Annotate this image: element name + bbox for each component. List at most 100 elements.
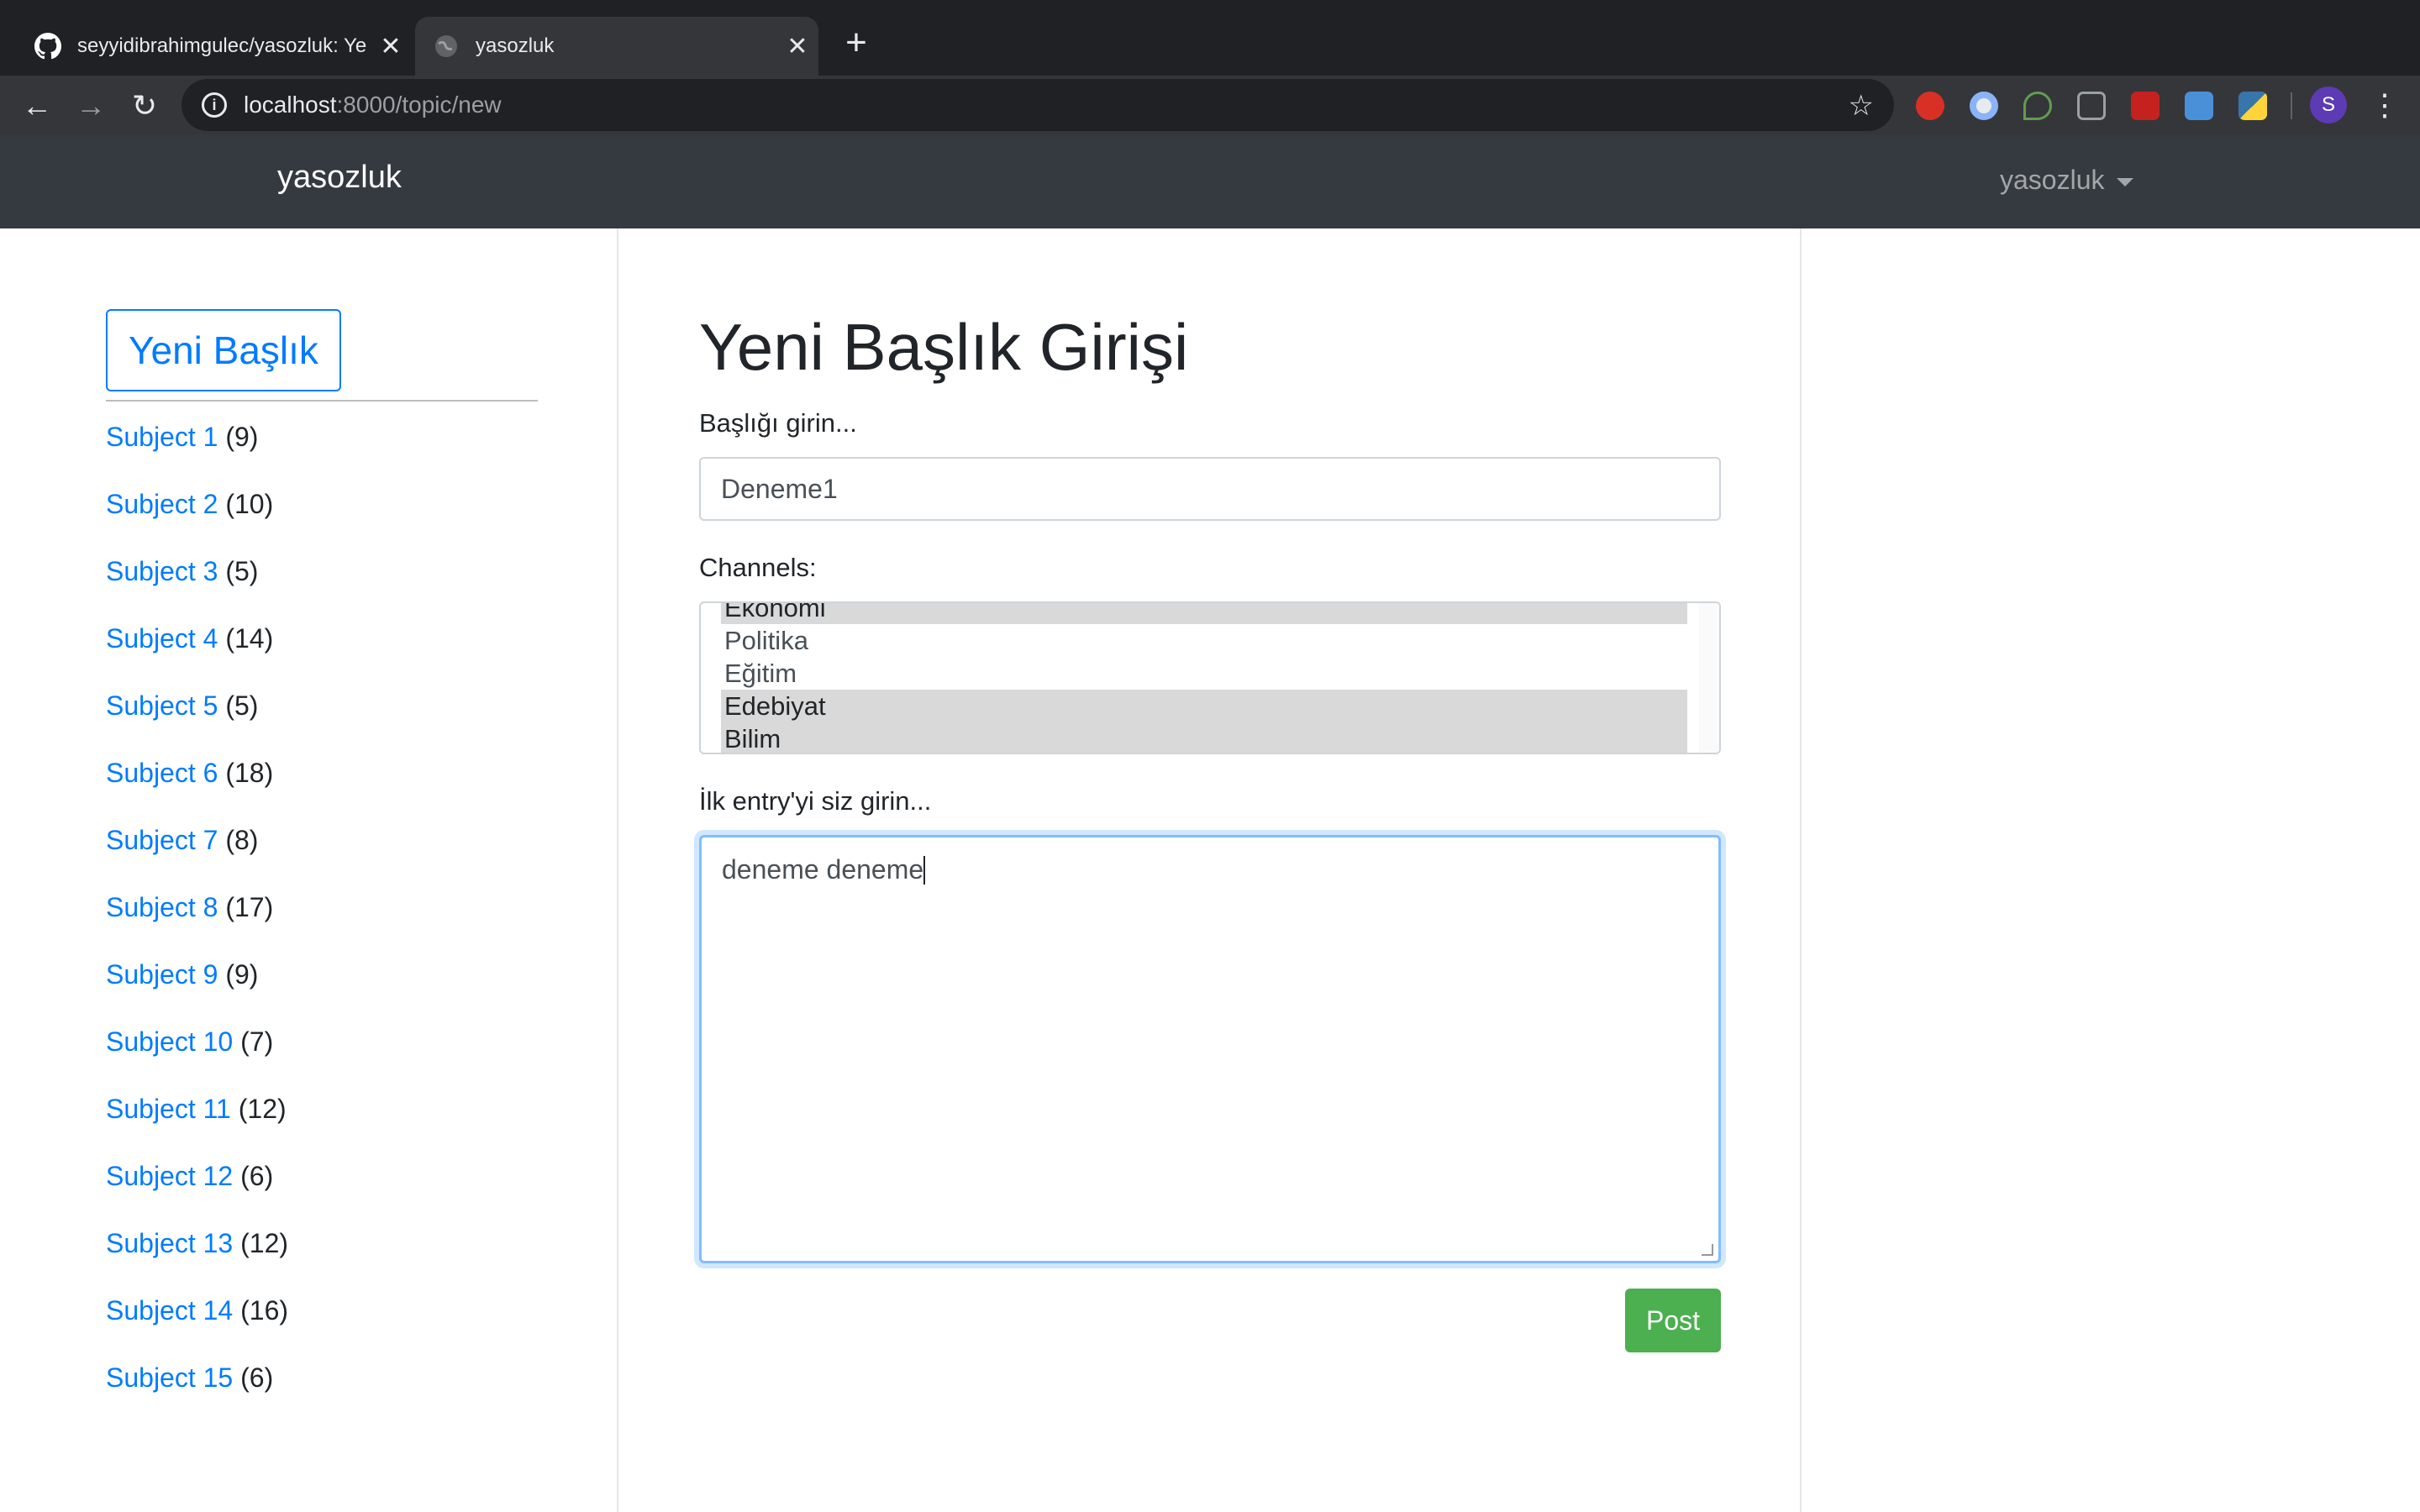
close-icon[interactable]: ✕ [776,32,818,61]
subject-count: (9) [225,959,259,990]
channels-multiselect[interactable]: Ekonomi Politika Eğitim Edebiyat Bilim [699,601,1721,754]
subject-count: (10) [225,489,274,519]
browser-tab-strip: seyyidibrahimgulec/yasozluk: Ye ✕ yasozl… [0,0,2420,76]
channels-label: Channels: [699,553,817,582]
info-icon[interactable]: i [202,92,227,118]
entry-label: İlk entry'yi siz girin... [699,786,932,816]
extension-video-icon[interactable] [2131,92,2160,120]
address-bar[interactable]: i localhost:8000/topic/new ☆ [182,79,1894,131]
new-tab-plus-icon[interactable]: + [835,22,877,64]
subject-link[interactable]: Subject 12 [106,1161,233,1191]
subject-link[interactable]: Subject 8 [106,892,218,922]
subject-count: (5) [225,556,259,586]
list-item: Subject 2 (10) [106,480,288,548]
list-item: Subject 1 (9) [106,413,288,480]
user-dropdown-label: yasozluk [2000,165,2105,195]
channel-option[interactable]: Ekonomi [721,603,1687,624]
tab-title: yasozluk [476,34,555,57]
subject-count: (17) [225,892,274,922]
browser-menu-icon[interactable]: ⋮ [2370,84,2400,126]
subject-count: (7) [240,1026,274,1057]
subject-count: (12) [240,1228,289,1258]
list-item: Subject 8 (17) [106,884,288,951]
bookmark-star-icon[interactable]: ☆ [1849,89,1874,123]
sidebar: Yeni Başlık Subject 1 (9) Subject 2 (10)… [0,228,618,1512]
subject-link[interactable]: Subject 10 [106,1026,233,1057]
channel-option[interactable]: Edebiyat [721,690,1687,722]
list-item: Subject 3 (5) [106,548,288,615]
resize-handle-icon[interactable] [1702,1244,1713,1256]
subject-count: (14) [225,623,274,654]
subject-link[interactable]: Subject 2 [106,489,218,519]
subject-link[interactable]: Subject 3 [106,556,218,586]
browser-tab-github[interactable]: seyyidibrahimgulec/yasozluk: Ye ✕ [17,17,412,76]
list-item: Subject 14 (16) [106,1287,288,1354]
extension-pin-icon[interactable] [2023,92,2052,120]
user-dropdown[interactable]: yasozluk [2000,165,2133,196]
subject-count: (8) [225,825,259,855]
new-topic-button[interactable]: Yeni Başlık [106,309,341,391]
page-title: Yeni Başlık Girişi [699,310,1189,384]
subject-link[interactable]: Subject 13 [106,1228,233,1258]
toolbar-separator [2291,92,2292,119]
subject-link[interactable]: Subject 5 [106,690,218,721]
right-column-border [1800,228,1802,1512]
extension-circle-icon[interactable] [1970,92,1998,120]
tab-title: seyyidibrahimgulec/yasozluk: Ye [77,34,367,57]
subject-count: (6) [240,1362,274,1393]
subject-link[interactable]: Subject 7 [106,825,218,855]
channel-option[interactable]: Bilim [721,722,1687,753]
browser-toolbar: ← → ↻ i localhost:8000/topic/new ☆ S ⋮ [0,76,2420,134]
list-item: Subject 7 (8) [106,816,288,884]
list-item: Subject 6 (18) [106,749,288,816]
subject-link[interactable]: Subject 15 [106,1362,233,1393]
back-arrow-icon[interactable]: ← [13,82,60,129]
extension-glasses-icon[interactable] [2077,92,2106,120]
subject-link[interactable]: Subject 1 [106,422,218,452]
adblock-extension-icon[interactable] [1916,92,1944,120]
subject-link[interactable]: Subject 9 [106,959,218,990]
browser-tab-yasozluk[interactable]: yasozluk ✕ [415,17,818,76]
list-item: Subject 11 (12) [106,1085,288,1152]
subject-count: (5) [225,690,259,721]
python-extension-icon[interactable] [2238,92,2267,120]
entry-textarea[interactable]: deneme deneme [699,835,1721,1263]
select-scrollbar[interactable] [1699,603,1719,753]
channel-option[interactable]: Politika [721,624,1687,657]
list-item: Subject 10 (7) [106,1018,288,1085]
topic-label: Başlığı girin... [699,408,857,438]
subject-count: (12) [238,1094,287,1124]
subject-list: Subject 1 (9) Subject 2 (10) Subject 3 (… [106,413,288,1421]
subject-link[interactable]: Subject 11 [106,1094,231,1124]
extension-check-icon[interactable] [2185,92,2213,120]
list-item: Subject 13 (12) [106,1220,288,1287]
list-item: Subject 4 (14) [106,615,288,682]
close-icon[interactable]: ✕ [370,32,412,61]
sidebar-divider [106,400,538,402]
list-item: Subject 5 (5) [106,682,288,749]
subject-link[interactable]: Subject 4 [106,623,218,654]
profile-avatar[interactable]: S [2310,87,2347,123]
text-cursor [923,856,926,885]
globe-icon [432,32,460,60]
reload-icon[interactable]: ↻ [121,82,168,129]
list-item: Subject 9 (9) [106,951,288,1018]
subject-count: (16) [240,1295,289,1326]
caret-down-icon [2116,177,2133,186]
subject-link[interactable]: Subject 14 [106,1295,233,1326]
subject-count: (6) [240,1161,274,1191]
channel-option[interactable]: Eğitim [721,657,1687,690]
post-button[interactable]: Post [1625,1289,1721,1352]
subject-count: (9) [225,422,259,452]
github-icon [34,32,62,60]
address-path: :8000/topic/new [336,92,502,118]
site-navbar: yasozluk yasozluk [0,134,2420,228]
subject-link[interactable]: Subject 6 [106,758,218,788]
entry-text: deneme deneme [722,854,924,885]
list-item: Subject 15 (6) [106,1354,288,1421]
address-host: localhost [244,92,337,118]
list-item: Subject 12 (6) [106,1152,288,1220]
forward-arrow-icon[interactable]: → [67,82,114,129]
topic-input[interactable]: Deneme1 [699,457,1721,521]
site-brand[interactable]: yasozluk [277,160,402,196]
